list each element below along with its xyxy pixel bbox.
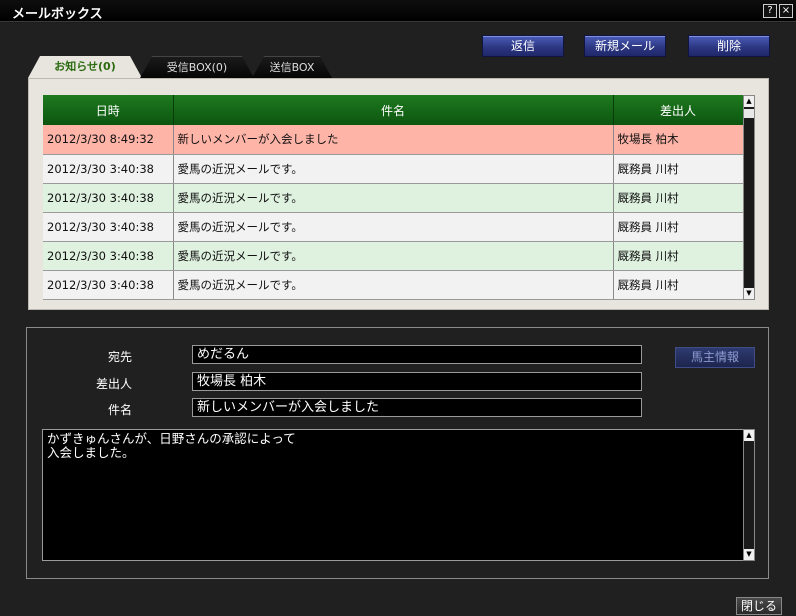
- tab-inbox[interactable]: 受信BOX(0): [140, 56, 254, 78]
- mail-detail-panel: 宛先 めだるん 差出人 牧場長 柏木 件名 新しいメンバーが入会しました 馬主情…: [26, 327, 769, 579]
- row-subject: 愛馬の近況メールです。: [173, 270, 614, 300]
- subject-label: 件名: [107, 403, 132, 417]
- arrow-up-icon[interactable]: ▲: [744, 96, 754, 107]
- row-sender: 厩務員 川村: [613, 212, 744, 242]
- subject-field: 新しいメンバーが入会しました: [192, 398, 642, 417]
- row-date: 2012/3/30 3:40:38: [43, 183, 174, 213]
- mail-body-scrollbar[interactable]: ▲ ▼: [743, 429, 755, 561]
- row-sender: 厩務員 川村: [613, 241, 744, 271]
- to-label: 宛先: [107, 350, 132, 364]
- row-date: 2012/3/30 3:40:38: [43, 270, 174, 300]
- table-row[interactable]: 2012/3/30 3:40:38 愛馬の近況メールです。 厩務員 川村: [43, 270, 744, 300]
- table-row[interactable]: 2012/3/30 3:40:38 愛馬の近況メールです。 厩務員 川村: [43, 212, 744, 242]
- row-date: 2012/3/30 3:40:38: [43, 212, 174, 242]
- arrow-down-icon[interactable]: ▼: [744, 549, 754, 560]
- column-header-date[interactable]: 日時: [43, 95, 174, 125]
- mail-list-scrollbar[interactable]: ▲ ▼: [743, 95, 755, 300]
- window-close-button[interactable]: ×: [779, 4, 793, 18]
- title-bar: メールボックス ? ×: [0, 0, 796, 22]
- close-button[interactable]: 閉じる: [736, 597, 782, 615]
- column-header-sender[interactable]: 差出人: [613, 95, 744, 125]
- row-subject: 愛馬の近況メールです。: [173, 183, 614, 213]
- table-row[interactable]: 2012/3/30 3:40:38 愛馬の近況メールです。 厩務員 川村: [43, 154, 744, 184]
- row-subject: 新しいメンバーが入会しました: [173, 125, 614, 155]
- table-header-row: 日時 件名 差出人: [43, 95, 744, 125]
- from-label: 差出人: [95, 377, 132, 391]
- help-button[interactable]: ?: [763, 4, 777, 18]
- row-subject: 愛馬の近況メールです。: [173, 154, 614, 184]
- row-sender: 厩務員 川村: [613, 183, 744, 213]
- row-sender: 厩務員 川村: [613, 270, 744, 300]
- to-field: めだるん: [192, 345, 642, 364]
- row-sender: 厩務員 川村: [613, 154, 744, 184]
- arrow-down-icon[interactable]: ▼: [744, 288, 754, 299]
- mail-body: かずきゅんさんが、日野さんの承認によって 入会しました。: [42, 429, 744, 561]
- delete-button[interactable]: 削除: [688, 35, 770, 57]
- row-sender: 牧場長 柏木: [613, 125, 744, 155]
- tab-outbox[interactable]: 送信BOX: [252, 56, 332, 78]
- table-row[interactable]: 2012/3/30 8:49:32 新しいメンバーが入会しました 牧場長 柏木: [43, 125, 744, 155]
- arrow-up-icon[interactable]: ▲: [744, 430, 754, 441]
- scroll-thumb[interactable]: [744, 109, 754, 118]
- reply-button[interactable]: 返信: [482, 35, 564, 57]
- row-date: 2012/3/30 8:49:32: [43, 125, 174, 155]
- row-subject: 愛馬の近況メールです。: [173, 212, 614, 242]
- new-mail-button[interactable]: 新規メール: [584, 35, 666, 57]
- owner-info-button[interactable]: 馬主情報: [675, 347, 755, 368]
- table-row[interactable]: 2012/3/30 3:40:38 愛馬の近況メールです。 厩務員 川村: [43, 183, 744, 213]
- column-header-subject[interactable]: 件名: [173, 95, 614, 125]
- mail-list-table: 日時 件名 差出人 2012/3/30 8:49:32 新しいメンバーが入会しま…: [43, 95, 744, 300]
- from-field: 牧場長 柏木: [192, 372, 642, 391]
- mail-list-panel: 日時 件名 差出人 2012/3/30 8:49:32 新しいメンバーが入会しま…: [28, 78, 769, 310]
- tab-notices[interactable]: お知らせ(0): [28, 56, 142, 78]
- row-date: 2012/3/30 3:40:38: [43, 154, 174, 184]
- row-subject: 愛馬の近況メールです。: [173, 241, 614, 271]
- row-date: 2012/3/30 3:40:38: [43, 241, 174, 271]
- window-title: メールボックス: [12, 7, 103, 22]
- table-row[interactable]: 2012/3/30 3:40:38 愛馬の近況メールです。 厩務員 川村: [43, 241, 744, 271]
